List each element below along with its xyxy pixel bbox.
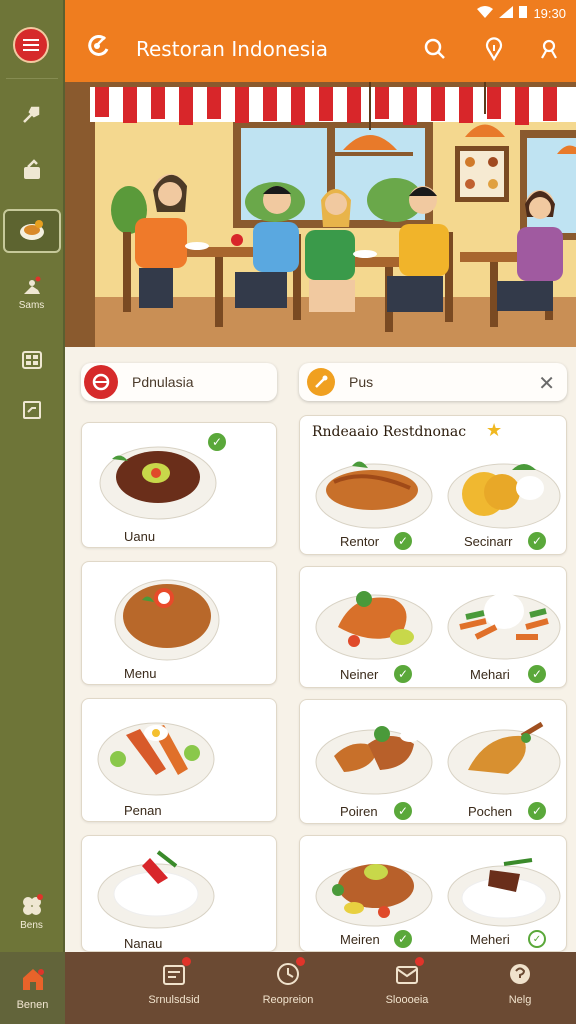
location-icon[interactable] [481, 36, 507, 62]
menu-card-label: Nanau [124, 936, 163, 951]
menu-card[interactable]: Nanau [81, 835, 277, 952]
spatula-icon [18, 100, 46, 128]
category-chip-label: Pdnulasia [132, 374, 194, 390]
menu-card[interactable]: Menu [81, 561, 277, 685]
recommended-card[interactable]: Rndeaaio Restdnonac ★ Rentor ✓ Secinarr … [299, 415, 567, 555]
check-outline-icon: ✓ [528, 930, 546, 948]
check-icon: ✓ [528, 802, 546, 820]
calendar-icon [160, 957, 191, 988]
recommended-title: Rndeaaio Restdnonac [312, 424, 467, 440]
category-icon [84, 365, 118, 399]
menu-card[interactable]: ✓ Uanu [81, 422, 277, 548]
sidebar-item-notes[interactable] [0, 396, 63, 424]
star-icon: ★ [486, 420, 503, 440]
nav-home-label: Benen [16, 999, 49, 1011]
check-icon: ✓ [394, 930, 412, 948]
sidebar-label-sams: Sams [18, 300, 45, 311]
profile-icon[interactable] [536, 36, 562, 62]
close-icon[interactable]: ✕ [538, 371, 555, 396]
menu-button[interactable] [13, 27, 49, 63]
nav-item-label: Nelg [508, 994, 532, 1006]
pot-icon [18, 156, 46, 184]
nav-home[interactable]: Benen [0, 952, 65, 1024]
notification-badge [296, 957, 305, 966]
home-icon [19, 965, 47, 993]
wifi-icon [477, 5, 494, 21]
app-header: 19:30 Restoran Indonesia [65, 0, 576, 82]
hamburger-icon [23, 44, 39, 46]
dish-label: Meiren [340, 932, 380, 947]
nav-item-2[interactable]: Reopreion [233, 957, 343, 1006]
spoon-icon [307, 368, 335, 396]
nav-item-label: Reopreion [262, 994, 314, 1006]
check-icon: ✓ [394, 665, 412, 683]
notification-badge [415, 957, 424, 966]
sidebar-item-bens[interactable]: Bens [0, 892, 63, 931]
menu-card-label: Menu [124, 666, 157, 681]
nav-item-label: Srnulsdsid [148, 994, 200, 1006]
check-icon: ✓ [394, 802, 412, 820]
menu-card-label: Uanu [124, 529, 156, 544]
mail-icon [393, 957, 424, 988]
app-root: Sams Bens 19:30 Restoran Indonesia Pdnul… [0, 0, 576, 1024]
dish-row-card[interactable]: Meiren ✓ Meheri ✓ [299, 835, 567, 952]
bottom-nav: Benen Srnulsdsid Reopreion Sloooeia Nelg [0, 952, 576, 1024]
search-input[interactable]: Pus [349, 374, 373, 390]
clock-icon [274, 957, 305, 988]
battery-icon [519, 5, 528, 21]
sidebar-label-bens: Bens [20, 920, 43, 931]
help-icon [506, 960, 534, 988]
dish-label: Poiren [340, 804, 378, 819]
main-panel: Pdnulasia Pus ✕ ✓ Uanu Menu Penan Nanau … [65, 347, 576, 952]
sidebar-divider [6, 78, 58, 79]
note-icon [18, 396, 46, 424]
grid-icon [18, 346, 46, 374]
sidebar: Sams Bens [0, 0, 65, 952]
check-icon: ✓ [528, 532, 546, 550]
notification-badge [182, 957, 191, 966]
dish-label: Rentor [340, 534, 380, 549]
sidebar-item-dishes[interactable] [3, 209, 61, 253]
menu-card-label: Penan [124, 803, 162, 818]
status-time: 19:30 [533, 5, 566, 21]
dish-icon [17, 216, 47, 247]
app-title: Restoran Indonesia [136, 37, 329, 61]
sidebar-item-grid[interactable] [0, 346, 63, 374]
chef-icon [18, 272, 46, 300]
nav-item-label: Sloooeia [385, 994, 429, 1006]
search-bar[interactable]: Pus ✕ [299, 363, 567, 401]
check-icon: ✓ [528, 665, 546, 683]
sidebar-item-cook[interactable] [0, 156, 63, 184]
sidebar-item-tools[interactable] [0, 100, 63, 128]
dish-label: Pochen [468, 804, 513, 819]
dish-row-card[interactable]: Poiren ✓ Pochen ✓ [299, 699, 567, 824]
dish-label: Mehari [470, 667, 510, 682]
dish-label: Neiner [340, 667, 379, 682]
signal-icon [499, 5, 514, 21]
dish-label: Meheri [470, 932, 510, 947]
status-bar: 19:30 [477, 4, 566, 22]
dish-label: Secinarr [464, 534, 513, 549]
check-icon: ✓ [208, 433, 226, 451]
nav-item-3[interactable]: Sloooeia [352, 957, 462, 1006]
hero-illustration [65, 82, 576, 347]
dish-row-card[interactable]: Neiner ✓ Mehari ✓ [299, 566, 567, 688]
nav-item-4[interactable]: Nelg [465, 960, 575, 1006]
restaurant-logo-icon[interactable] [85, 33, 111, 59]
search-icon[interactable] [422, 36, 448, 62]
flower-icon [18, 892, 46, 920]
category-chip[interactable]: Pdnulasia [81, 363, 277, 401]
sidebar-item-sams[interactable]: Sams [0, 272, 63, 311]
check-icon: ✓ [394, 532, 412, 550]
menu-card[interactable]: Penan [81, 698, 277, 822]
nav-item-1[interactable]: Srnulsdsid [119, 957, 229, 1006]
